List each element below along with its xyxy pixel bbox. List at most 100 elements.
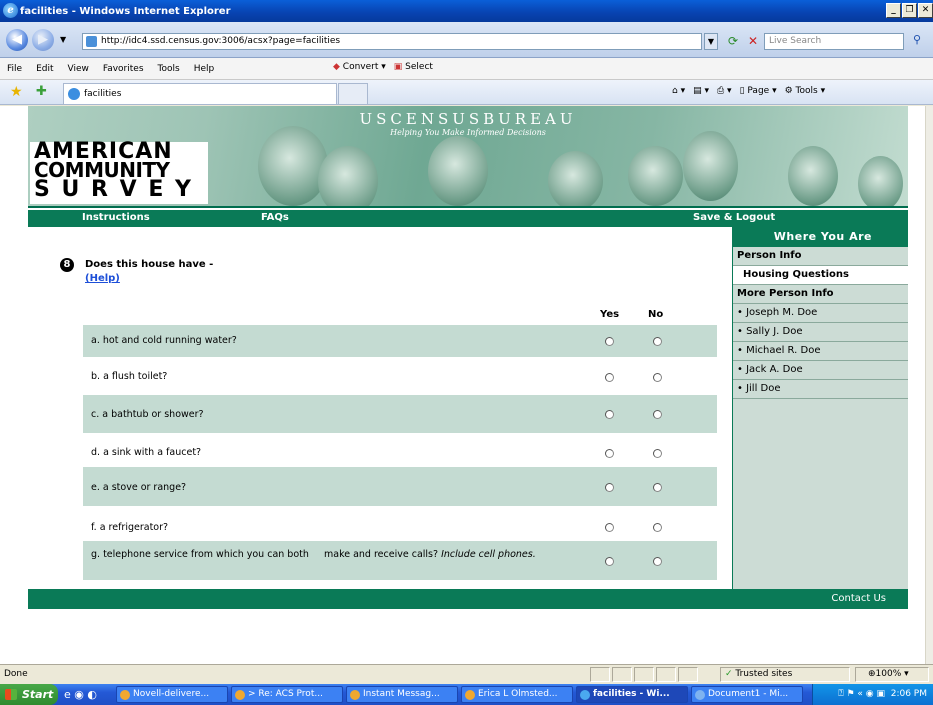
yes-column-header: Yes xyxy=(600,309,620,320)
tab-bar: ★ ✚ facilities ⌂ ▾ ▤ ▾ ⎙ ▾ ▯ Page ▾ ⚙ To… xyxy=(0,80,933,105)
menu-help[interactable]: Help xyxy=(187,64,222,74)
address-input[interactable]: http://idc4.ssd.census.gov:3006/acsx?pag… xyxy=(82,33,702,50)
status-cell xyxy=(590,667,610,682)
maximize-button[interactable]: ❐ xyxy=(902,3,917,18)
no-radio[interactable] xyxy=(653,557,662,566)
window-title-bar[interactable]: e facilities - Windows Internet Explorer… xyxy=(0,0,933,22)
stop-button[interactable]: ✕ xyxy=(744,33,762,50)
zoom-level[interactable]: ⊕100% ▾ xyxy=(855,667,929,682)
site-footer: Contact Us xyxy=(28,589,908,609)
banner-photo xyxy=(318,146,378,206)
tab-facilities[interactable]: facilities xyxy=(63,83,337,104)
select-button[interactable]: ▣ Select xyxy=(394,62,433,72)
question-text: Does this house have - xyxy=(85,259,214,270)
sidebar-person[interactable]: • Jill Doe xyxy=(733,380,908,399)
no-radio[interactable] xyxy=(653,523,662,532)
nav-instructions[interactable]: Instructions xyxy=(82,212,150,223)
no-radio[interactable] xyxy=(653,410,662,419)
forward-button[interactable]: ▶ xyxy=(32,29,54,51)
sidebar-person[interactable]: • Michael R. Doe xyxy=(733,342,908,361)
tools-menu[interactable]: ⚙ Tools ▾ xyxy=(785,86,826,96)
sidebar-person[interactable]: • Sally J. Doe xyxy=(733,323,908,342)
question-panel: 8 Does this house have - (Help) Yes No a… xyxy=(28,227,732,589)
yes-radio[interactable] xyxy=(605,373,614,382)
task-facilities-ie[interactable]: facilities - Wi... xyxy=(576,686,688,703)
help-link[interactable]: (Help) xyxy=(85,273,120,284)
no-radio[interactable] xyxy=(653,483,662,492)
acs-site: USCENSUSBUREAU Helping You Make Informed… xyxy=(28,106,908,609)
yes-radio[interactable] xyxy=(605,483,614,492)
no-radio[interactable] xyxy=(653,373,662,382)
menu-favorites[interactable]: Favorites xyxy=(96,64,151,74)
tab-label: facilities xyxy=(84,89,122,99)
sidebar-person[interactable]: • Joseph M. Doe xyxy=(733,304,908,323)
pdf-select-icon: ▣ xyxy=(393,62,403,72)
task-novell[interactable]: Novell-delivere... xyxy=(116,686,228,703)
back-button[interactable]: ◀ xyxy=(6,29,28,51)
ie-icon xyxy=(580,690,590,700)
quicklaunch-icons[interactable]: e ◉ ◐ xyxy=(64,688,97,701)
nav-faqs[interactable]: FAQs xyxy=(261,212,289,223)
tab-favicon-icon xyxy=(68,88,80,100)
history-dropdown-icon[interactable]: ▼ xyxy=(60,35,66,44)
yes-radio[interactable] xyxy=(605,410,614,419)
ie-logo-icon: e xyxy=(3,3,18,18)
page-menu[interactable]: ▯ Page ▾ xyxy=(740,86,777,96)
status-cell xyxy=(678,667,698,682)
sidebar-item-housing-questions[interactable]: Housing Questions xyxy=(733,266,908,285)
convert-button[interactable]: ◆ Convert ▾ xyxy=(333,62,386,72)
new-tab-button[interactable] xyxy=(338,83,368,104)
task-erica[interactable]: Erica L Olmsted... xyxy=(461,686,573,703)
yes-radio[interactable] xyxy=(605,523,614,532)
where-you-are-sidebar: Where You Are Person Info Housing Questi… xyxy=(732,227,908,589)
page-favicon-icon xyxy=(86,36,97,47)
feeds-icon[interactable]: ▤ ▾ xyxy=(693,86,709,96)
im-icon xyxy=(235,690,245,700)
nav-save-logout[interactable]: Save & Logout xyxy=(693,212,775,223)
banner-photo xyxy=(428,136,488,206)
banner-photo xyxy=(258,126,328,206)
question-row: c. a bathtub or shower? xyxy=(83,395,717,433)
menu-file[interactable]: File xyxy=(0,64,29,74)
sidebar-heading: Where You Are xyxy=(733,227,908,247)
add-favorite-icon[interactable]: ✚ xyxy=(36,84,47,99)
banner-photo xyxy=(683,131,738,201)
yes-radio[interactable] xyxy=(605,337,614,346)
address-dropdown-button[interactable]: ▼ xyxy=(704,33,718,50)
yes-radio[interactable] xyxy=(605,557,614,566)
row-label: f. a refrigerator? xyxy=(91,522,169,533)
start-button[interactable]: Start xyxy=(0,684,58,705)
menu-tools[interactable]: Tools xyxy=(151,64,187,74)
yes-radio[interactable] xyxy=(605,449,614,458)
sidebar-item-person-info[interactable]: Person Info xyxy=(733,247,908,266)
no-radio[interactable] xyxy=(653,449,662,458)
status-cell xyxy=(656,667,676,682)
address-toolbar: ◀ ▶ ▼ http://idc4.ssd.census.gov:3006/ac… xyxy=(0,22,933,58)
minimize-button[interactable]: _ xyxy=(886,3,901,18)
task-document1-word[interactable]: Document1 - Mi... xyxy=(691,686,803,703)
tray-icons[interactable]: ⍰ ⚑ « ◉ ▣ xyxy=(838,689,885,699)
census-bureau-subtitle: Helping You Make Informed Decisions xyxy=(390,128,546,137)
favorites-star-icon[interactable]: ★ xyxy=(10,84,23,100)
search-button[interactable]: ⚲ xyxy=(906,33,928,50)
contact-us-link[interactable]: Contact Us xyxy=(831,593,886,604)
vertical-scrollbar[interactable] xyxy=(925,106,933,664)
security-zone: ✓ Trusted sites xyxy=(720,667,850,682)
zoom-icon: ⊕ xyxy=(868,669,876,679)
home-icon[interactable]: ⌂ ▾ xyxy=(672,86,685,96)
task-instant-messenger[interactable]: Instant Messag... xyxy=(346,686,458,703)
sidebar-person[interactable]: • Jack A. Doe xyxy=(733,361,908,380)
close-button[interactable]: ✕ xyxy=(918,3,933,18)
print-icon[interactable]: ⎙ ▾ xyxy=(717,86,732,96)
search-input[interactable]: Live Search xyxy=(764,33,904,50)
question-row: f. a refrigerator? xyxy=(83,507,717,543)
sidebar-item-more-person-info[interactable]: More Person Info xyxy=(733,285,908,304)
status-cell xyxy=(612,667,632,682)
address-url: http://idc4.ssd.census.gov:3006/acsx?pag… xyxy=(101,36,341,46)
task-acs-reply[interactable]: > Re: ACS Prot... xyxy=(231,686,343,703)
menu-view[interactable]: View xyxy=(61,64,96,74)
no-radio[interactable] xyxy=(653,337,662,346)
menu-edit[interactable]: Edit xyxy=(29,64,60,74)
question-row: d. a sink with a faucet? xyxy=(83,434,717,466)
refresh-button[interactable]: ⟳ xyxy=(724,33,742,50)
